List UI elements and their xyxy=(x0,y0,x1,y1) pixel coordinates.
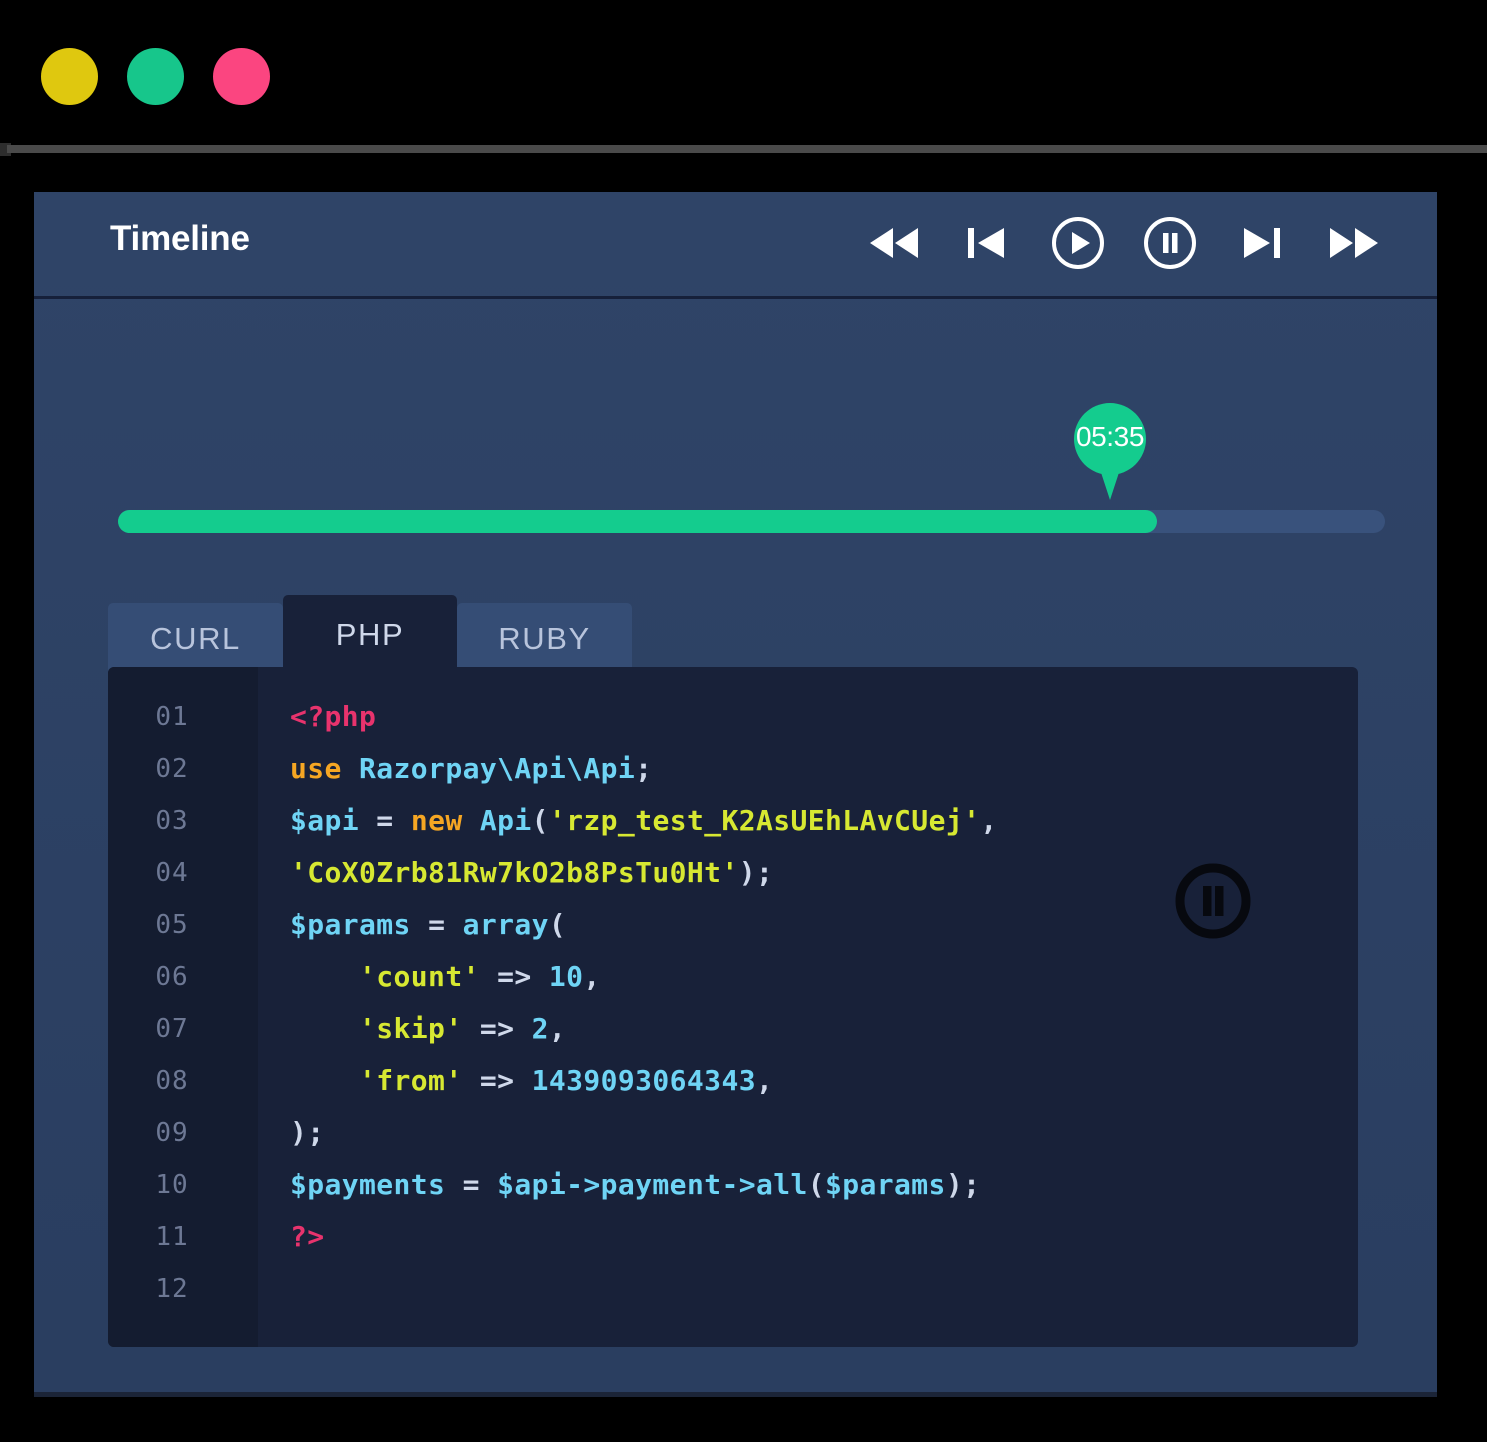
code-token: $payments xyxy=(290,1168,445,1201)
code-token: Api xyxy=(480,804,532,837)
timeline-current-time: 05:35 xyxy=(1074,421,1146,453)
skip-forward-button[interactable] xyxy=(1235,216,1289,270)
line-number: 02 xyxy=(108,743,258,795)
line-number: 04 xyxy=(108,847,258,899)
code-token: , xyxy=(549,1012,566,1045)
line-number: 09 xyxy=(108,1107,258,1159)
window-traffic-lights xyxy=(41,48,270,105)
code-token: ( xyxy=(549,908,566,941)
code-token: $params xyxy=(825,1168,946,1201)
tab-php[interactable]: PHP xyxy=(283,595,457,675)
overlay-pause-button[interactable] xyxy=(1174,862,1252,940)
pause-icon xyxy=(1143,216,1197,270)
line-number: 08 xyxy=(108,1055,258,1107)
line-number: 01 xyxy=(108,691,258,743)
code-token xyxy=(463,804,480,837)
code-token: => xyxy=(480,960,549,993)
panel-footer: EVENT AUTOSAVE xyxy=(34,1236,1437,1396)
code-line: $payments = $api->payment->all($params); xyxy=(290,1159,1358,1211)
code-line: 'from' => 1439093064343, xyxy=(290,1055,1358,1107)
skip-back-icon xyxy=(966,226,1006,260)
code-token: Razorpay\Api\Api xyxy=(359,752,635,785)
code-token: 2 xyxy=(532,1012,549,1045)
code-token: 'CoX0Zrb81Rw7kO2b8PsTu0Ht' xyxy=(290,856,739,889)
code-token: $params xyxy=(290,908,411,941)
code-token: ); xyxy=(290,1116,325,1149)
code-token: ( xyxy=(808,1168,825,1201)
code-line: $api = new Api('rzp_test_K2AsUEhLAvCUej'… xyxy=(290,795,1358,847)
code-token xyxy=(290,960,359,993)
code-token: 'from' xyxy=(359,1064,463,1097)
code-line: 'count' => 10, xyxy=(290,951,1358,1003)
line-number: 06 xyxy=(108,951,258,1003)
app-root: Timeline xyxy=(0,0,1487,1442)
code-token: = xyxy=(445,1168,497,1201)
code-token: , xyxy=(980,804,997,837)
code-token xyxy=(290,1012,359,1045)
tab-ruby[interactable]: RUBY xyxy=(457,603,632,675)
code-token: 'skip' xyxy=(359,1012,463,1045)
pause-button[interactable] xyxy=(1143,216,1197,270)
code-token: => xyxy=(463,1012,532,1045)
code-token: $api xyxy=(290,804,359,837)
code-token: ); xyxy=(946,1168,981,1201)
chrome-divider xyxy=(7,145,1487,153)
play-button[interactable] xyxy=(1051,216,1105,270)
code-token: => xyxy=(463,1064,532,1097)
line-number: 03 xyxy=(108,795,258,847)
code-token: 'count' xyxy=(359,960,480,993)
code-token: = xyxy=(359,804,411,837)
line-number: 10 xyxy=(108,1159,258,1211)
panel-bottom-edge xyxy=(34,1392,1437,1397)
timeline-marker[interactable]: 05:35 xyxy=(1074,403,1146,500)
timeline-track-area: 05:35 CURL PHP RUBY 01020304050607080910… xyxy=(34,299,1437,659)
code-token: 10 xyxy=(549,960,584,993)
playback-controls xyxy=(867,216,1381,270)
window-minimize-dot[interactable] xyxy=(41,48,98,105)
code-token: array xyxy=(463,908,549,941)
tab-curl[interactable]: CURL xyxy=(108,603,283,675)
fast-forward-icon xyxy=(1327,226,1381,260)
code-line: use Razorpay\Api\Api; xyxy=(290,743,1358,795)
code-token: $api->payment->all xyxy=(497,1168,808,1201)
language-tabs: CURL PHP RUBY xyxy=(108,595,632,675)
page-title: Timeline xyxy=(110,219,250,259)
code-line: <?php xyxy=(290,691,1358,743)
code-token: , xyxy=(583,960,600,993)
code-line: 'skip' => 2, xyxy=(290,1003,1358,1055)
window-close-dot[interactable] xyxy=(213,48,270,105)
line-number: 05 xyxy=(108,899,258,951)
rewind-button[interactable] xyxy=(867,216,921,270)
code-token: ; xyxy=(635,752,652,785)
code-token: = xyxy=(411,908,463,941)
code-token xyxy=(290,1064,359,1097)
timeline-panel: Timeline xyxy=(34,192,1437,1396)
window-maximize-dot[interactable] xyxy=(127,48,184,105)
code-token: 'rzp_test_K2AsUEhLAvCUej' xyxy=(549,804,980,837)
code-token: use xyxy=(290,752,359,785)
code-token: 1439093064343 xyxy=(532,1064,756,1097)
overlay-pause-icon xyxy=(1174,862,1252,940)
code-token: , xyxy=(756,1064,773,1097)
play-icon xyxy=(1051,216,1105,270)
code-token: new xyxy=(411,804,463,837)
panel-header: Timeline xyxy=(34,192,1437,297)
skip-back-button[interactable] xyxy=(959,216,1013,270)
code-token: ( xyxy=(532,804,549,837)
timeline-scrubber[interactable] xyxy=(118,510,1385,533)
line-number: 07 xyxy=(108,1003,258,1055)
skip-forward-icon xyxy=(1242,226,1282,260)
fast-forward-button[interactable] xyxy=(1327,216,1381,270)
code-token: <?php xyxy=(290,700,376,733)
code-token: ); xyxy=(739,856,774,889)
timeline-progress-fill xyxy=(118,510,1157,533)
code-line: ); xyxy=(290,1107,1358,1159)
window-titlebar xyxy=(0,0,1487,145)
rewind-icon xyxy=(867,226,921,260)
